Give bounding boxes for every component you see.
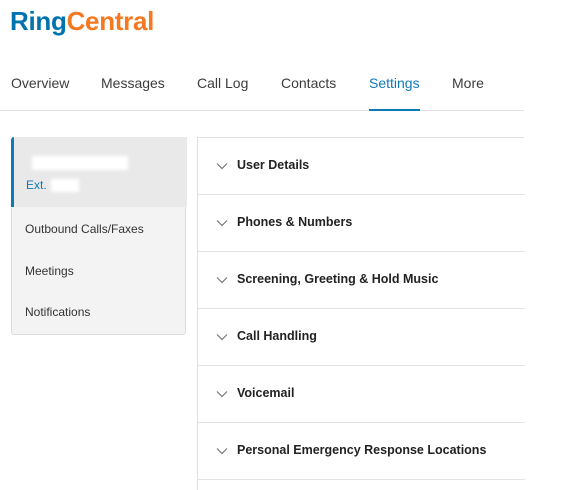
logo-ring-text: Ring (10, 6, 67, 36)
redacted-user-name (32, 156, 128, 170)
tab-more[interactable]: More (452, 62, 484, 110)
tab-contacts[interactable]: Contacts (281, 62, 336, 110)
section-title: Voicemail (237, 386, 295, 400)
section-personal-emergency-response-locations[interactable]: Personal Emergency Response Locations (198, 423, 525, 480)
section-title: Phones & Numbers (237, 215, 353, 229)
settings-sections: User Details Phones & Numbers Screening,… (197, 137, 525, 490)
chevron-down-icon (216, 448, 228, 455)
section-phones-numbers[interactable]: Phones & Numbers (198, 195, 525, 252)
ringcentral-logo[interactable]: RingCentral (10, 3, 154, 39)
section-title: Screening, Greeting & Hold Music (237, 272, 439, 286)
main-nav: Overview Messages Call Log Contacts Sett… (0, 62, 524, 111)
section-title: Personal Emergency Response Locations (237, 443, 487, 457)
sidebar-item-outbound-calls-faxes[interactable]: Outbound Calls/Faxes (25, 222, 144, 236)
tab-settings[interactable]: Settings (369, 62, 420, 111)
page: RingCentral Overview Messages Call Log C… (0, 0, 566, 490)
section-voicemail[interactable]: Voicemail (198, 366, 525, 423)
sidebar-item-notifications[interactable]: Notifications (25, 305, 90, 319)
section-user-details[interactable]: User Details (198, 138, 525, 195)
section-title: User Details (237, 158, 310, 172)
logo-central-text: Central (66, 6, 155, 36)
tab-overview[interactable]: Overview (11, 62, 69, 110)
sidebar-item-meetings[interactable]: Meetings (25, 264, 74, 278)
chevron-down-icon (216, 334, 228, 341)
section-screening-greeting-hold-music[interactable]: Screening, Greeting & Hold Music (198, 252, 525, 309)
section-title: Call Handling (237, 329, 317, 343)
extension-label: Ext. (26, 178, 47, 192)
sidebar-item-profile[interactable]: Ext. (11, 137, 187, 207)
tab-messages[interactable]: Messages (101, 62, 165, 110)
redacted-extension-number (50, 179, 79, 193)
chevron-down-icon (216, 220, 228, 227)
tab-call-log[interactable]: Call Log (197, 62, 248, 110)
extension-row: Ext. (26, 178, 79, 193)
chevron-down-icon (216, 163, 228, 170)
chevron-down-icon (216, 391, 228, 398)
chevron-down-icon (216, 277, 228, 284)
section-call-handling[interactable]: Call Handling (198, 309, 525, 366)
settings-sidebar: Ext. Outbound Calls/Faxes Meetings Notif… (11, 137, 187, 335)
